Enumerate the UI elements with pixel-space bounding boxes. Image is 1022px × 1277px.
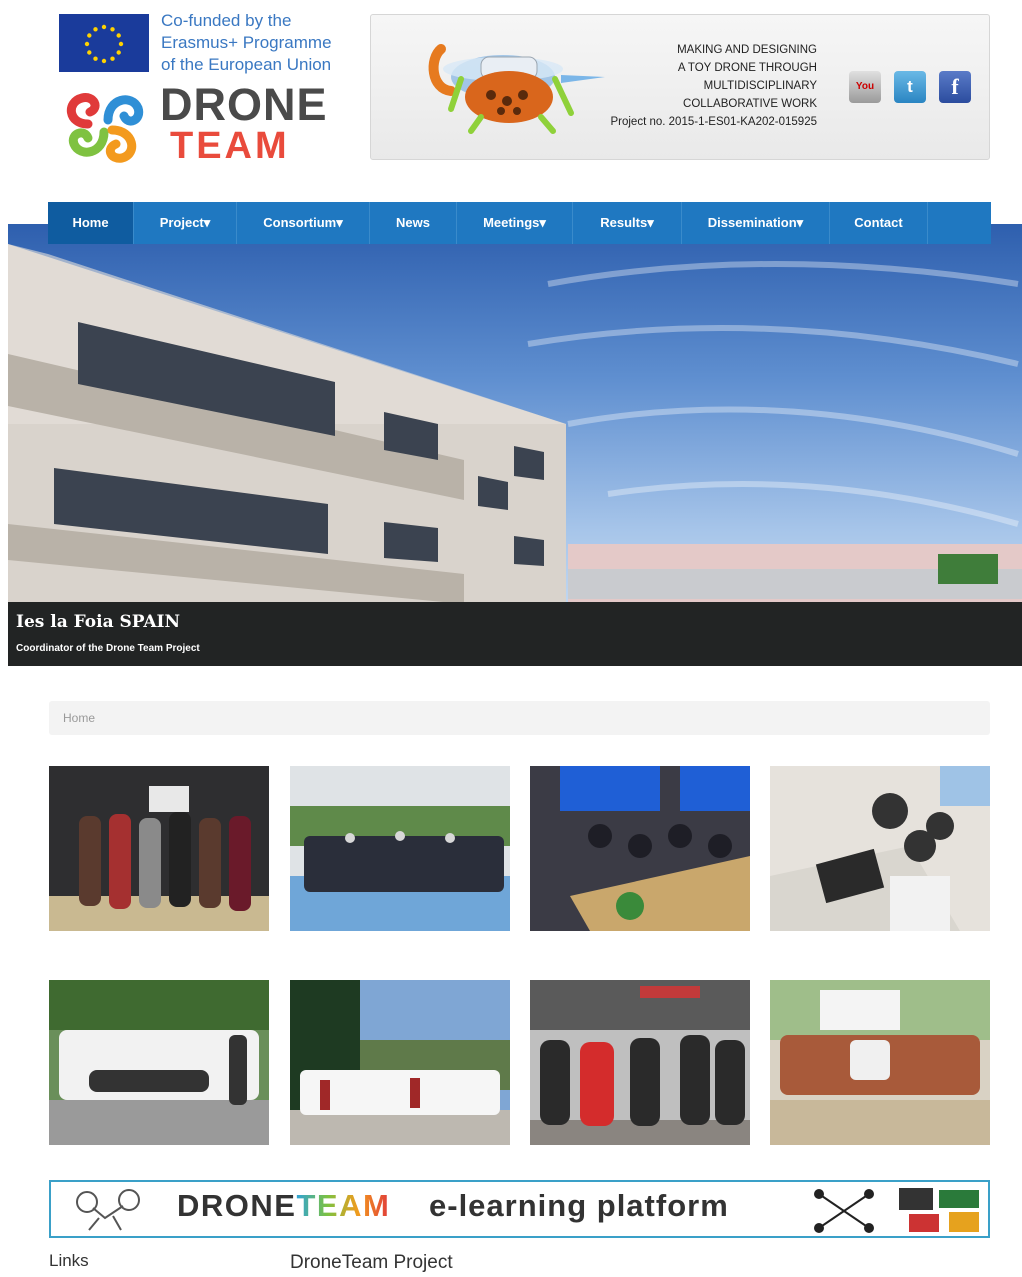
droneteam-logo-icon[interactable] [58,84,156,168]
caret-down-icon: ▾ [203,215,211,230]
breadcrumb: Home [49,701,990,735]
eu-line: Co-funded by the [161,11,292,30]
nav-home[interactable]: Home [48,202,134,244]
nav-label: Contact [854,215,903,230]
banner-line: COLLABORATIVE WORK [683,98,817,110]
facebook-icon[interactable]: f [939,71,971,103]
wordmark-team: TEAM [296,1188,391,1223]
logo-word-drone: DRONE [160,79,328,130]
gallery-photo[interactable] [290,980,510,1145]
nav-label: Consortium [263,215,337,230]
caret-down-icon: ▾ [336,215,343,230]
elearning-text: e-learning platform [429,1188,729,1223]
toy-drone-image [421,39,611,135]
project-description: MAKING AND DESIGNING A TOY DRONE THROUGH… [610,41,817,131]
project-number: Project no. 2015-1-ES01-KA202-015925 [610,116,817,128]
gallery-photo[interactable] [530,766,750,931]
hero-subtitle: Coordinator of the Drone Team Project [16,643,200,654]
nav-results[interactable]: Results▾ [573,202,682,244]
project-heading: DroneTeam Project [290,1252,453,1273]
nav-label: Project [159,215,204,230]
drone-sketch-icon [59,1184,159,1234]
breadcrumb-home: Home [63,711,96,725]
gallery-photo[interactable] [290,766,510,931]
gallery-photo[interactable] [770,980,990,1145]
logo-word-team: TEAM [170,125,290,167]
nav-project[interactable]: Project▾ [134,202,237,244]
droneteam-wordmark: DRONETEAM [177,1188,390,1224]
hero-slideshow[interactable]: Ies la Foia SPAIN Coordinator of the Dro… [8,224,1022,666]
school-building-photo [8,244,1022,666]
gallery-photo[interactable] [770,766,990,931]
nav-contact[interactable]: Contact [830,202,928,244]
erasmus-cofunded-text: Co-funded by the Erasmus+ Programme of t… [161,10,361,76]
banner-line: MAKING AND DESIGNING [677,44,817,56]
nav-label: News [396,215,430,230]
caret-down-icon: ▾ [647,215,654,230]
hero-caption: Ies la Foia SPAIN Coordinator of the Dro… [8,602,1022,666]
elearning-platform-banner[interactable]: DRONETEAM e-learning platform [49,1180,990,1238]
project-banner: MAKING AND DESIGNING A TOY DRONE THROUGH… [370,14,990,160]
nav-news[interactable]: News [370,202,457,244]
caret-down-icon: ▾ [796,215,804,230]
wordmark-drone: DRONE [177,1188,297,1223]
links-heading: Links [49,1251,89,1270]
youtube-icon[interactable]: You [849,71,881,103]
main-nav: Home Project▾ Consortium▾ News Meetings▾… [48,202,991,244]
nav-label: Dissemination [707,215,797,230]
nav-label: Results [600,215,648,230]
nav-label: Meetings [483,215,540,230]
circuit-illustration-icon [809,1184,987,1236]
nav-consortium[interactable]: Consortium▾ [237,202,370,244]
banner-line: MULTIDISCIPLINARY [703,80,817,92]
caret-down-icon: ▾ [539,215,546,230]
gallery-photo[interactable] [49,980,269,1145]
gallery-photo[interactable] [49,766,269,931]
nav-label: Home [72,215,109,230]
twitter-icon[interactable]: t [894,71,926,103]
eu-flag-icon [59,14,149,72]
eu-line: Erasmus+ Programme [161,33,332,52]
eu-line: of the European Union [161,55,332,74]
banner-line: A TOY DRONE THROUGH [677,62,817,74]
hero-title: Ies la Foia SPAIN [16,612,181,632]
nav-dissemination[interactable]: Dissemination▾ [682,202,830,244]
gallery-photo[interactable] [530,980,750,1145]
nav-meetings[interactable]: Meetings▾ [457,202,573,244]
